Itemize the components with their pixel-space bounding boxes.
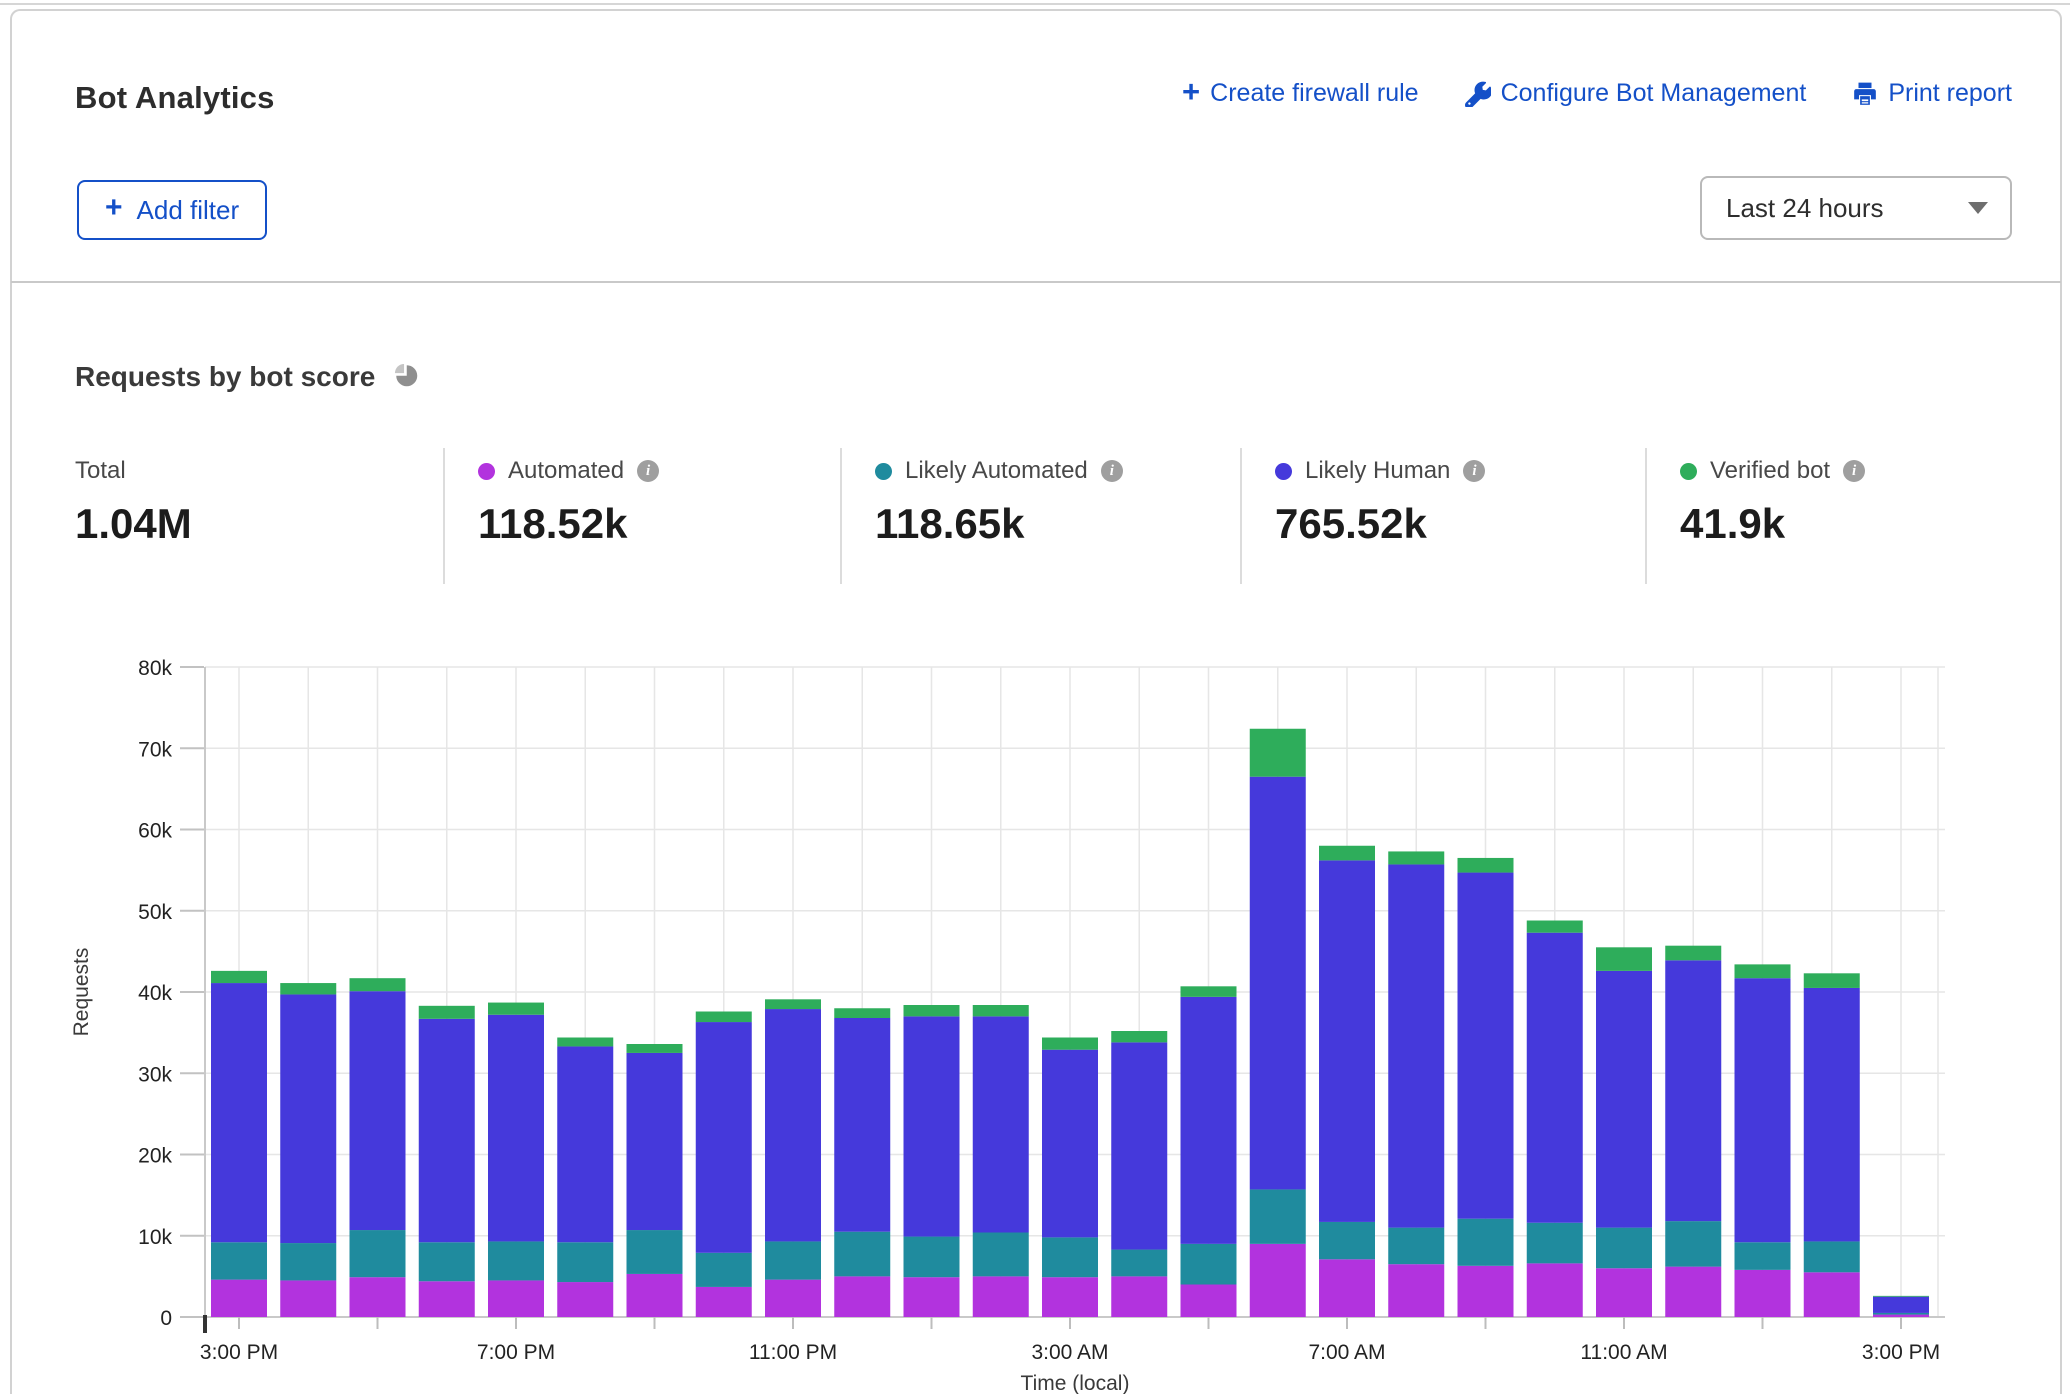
stat-likely-human: Likely Human i 765.52k <box>1275 456 1485 548</box>
stat-divider <box>443 448 445 584</box>
verified-bot-legend-dot <box>1680 463 1697 480</box>
header-actions: + Create firewall rule Configure Bot Man… <box>1182 78 2012 109</box>
info-icon[interactable]: i <box>1101 460 1123 482</box>
info-icon[interactable]: i <box>1843 460 1865 482</box>
svg-text:Requests: Requests <box>70 948 93 1037</box>
automated-legend-dot <box>478 463 495 480</box>
create-firewall-rule-label: Create firewall rule <box>1210 79 1418 108</box>
svg-text:3:00 PM: 3:00 PM <box>200 1341 278 1364</box>
svg-text:11:00 PM: 11:00 PM <box>749 1341 837 1364</box>
stat-likely-human-label: Likely Human <box>1305 457 1450 485</box>
create-firewall-rule-link[interactable]: + Create firewall rule <box>1182 78 1419 109</box>
add-filter-label: Add filter <box>137 195 240 226</box>
info-icon[interactable]: i <box>1463 460 1485 482</box>
svg-text:Time (local): Time (local) <box>1021 1372 1130 1394</box>
svg-text:60k: 60k <box>138 820 172 843</box>
stat-total: Total 1.04M <box>75 456 192 548</box>
stat-divider <box>1240 448 1242 584</box>
svg-text:40k: 40k <box>138 982 172 1005</box>
section-title-row: Requests by bot score <box>75 360 419 393</box>
stat-likely-automated: Likely Automated i 118.65k <box>875 456 1123 548</box>
svg-text:3:00 PM: 3:00 PM <box>1862 1341 1940 1364</box>
stat-total-label: Total <box>75 457 126 485</box>
print-report-link[interactable]: Print report <box>1852 79 2012 108</box>
stat-automated-value: 118.52k <box>478 500 659 548</box>
stat-automated-label: Automated <box>508 457 624 485</box>
stat-verified-bot-value: 41.9k <box>1680 500 1865 548</box>
svg-text:30k: 30k <box>138 1063 172 1086</box>
stat-likely-human-value: 765.52k <box>1275 500 1485 548</box>
svg-text:10k: 10k <box>138 1226 172 1249</box>
stat-divider <box>1645 448 1647 584</box>
time-range-value: Last 24 hours <box>1726 193 1884 224</box>
wrench-icon <box>1465 81 1491 107</box>
chevron-down-icon <box>1968 202 1988 214</box>
svg-text:3:00 AM: 3:00 AM <box>1031 1341 1108 1364</box>
likely-automated-legend-dot <box>875 463 892 480</box>
bar-chart: 0 10k 20k 30k 40k 50k 60k 70k 80k 3:00 PM 7:00 PM 1… <box>0 630 2070 1394</box>
svg-text:7:00 PM: 7:00 PM <box>477 1341 555 1364</box>
svg-text:80k: 80k <box>138 657 172 680</box>
stat-automated: Automated i 118.52k <box>478 456 659 548</box>
time-range-select[interactable]: Last 24 hours <box>1700 176 2012 240</box>
page-title: Bot Analytics <box>75 80 275 116</box>
header-divider <box>11 281 2061 283</box>
section-title: Requests by bot score <box>75 361 375 393</box>
pie-chart-icon <box>391 360 419 393</box>
svg-text:70k: 70k <box>138 738 172 761</box>
configure-bot-management-label: Configure Bot Management <box>1501 79 1807 108</box>
svg-text:50k: 50k <box>138 901 172 924</box>
plus-icon: + <box>1182 76 1200 107</box>
svg-text:0: 0 <box>160 1307 172 1330</box>
plus-icon: + <box>105 193 123 223</box>
stat-likely-automated-value: 118.65k <box>875 500 1123 548</box>
add-filter-button[interactable]: + Add filter <box>77 180 267 240</box>
svg-text:7:00 AM: 7:00 AM <box>1308 1341 1385 1364</box>
stat-verified-bot-label: Verified bot <box>1710 457 1830 485</box>
svg-text:11:00 AM: 11:00 AM <box>1580 1341 1667 1364</box>
stat-likely-automated-label: Likely Automated <box>905 457 1088 485</box>
page-top-border <box>0 3 2070 5</box>
configure-bot-management-link[interactable]: Configure Bot Management <box>1465 79 1807 108</box>
printer-icon <box>1852 81 1878 107</box>
stat-total-value: 1.04M <box>75 500 192 548</box>
likely-human-legend-dot <box>1275 463 1292 480</box>
stat-divider <box>840 448 842 584</box>
stat-verified-bot: Verified bot i 41.9k <box>1680 456 1865 548</box>
print-report-label: Print report <box>1888 79 2012 108</box>
info-icon[interactable]: i <box>637 460 659 482</box>
svg-text:20k: 20k <box>138 1145 172 1168</box>
